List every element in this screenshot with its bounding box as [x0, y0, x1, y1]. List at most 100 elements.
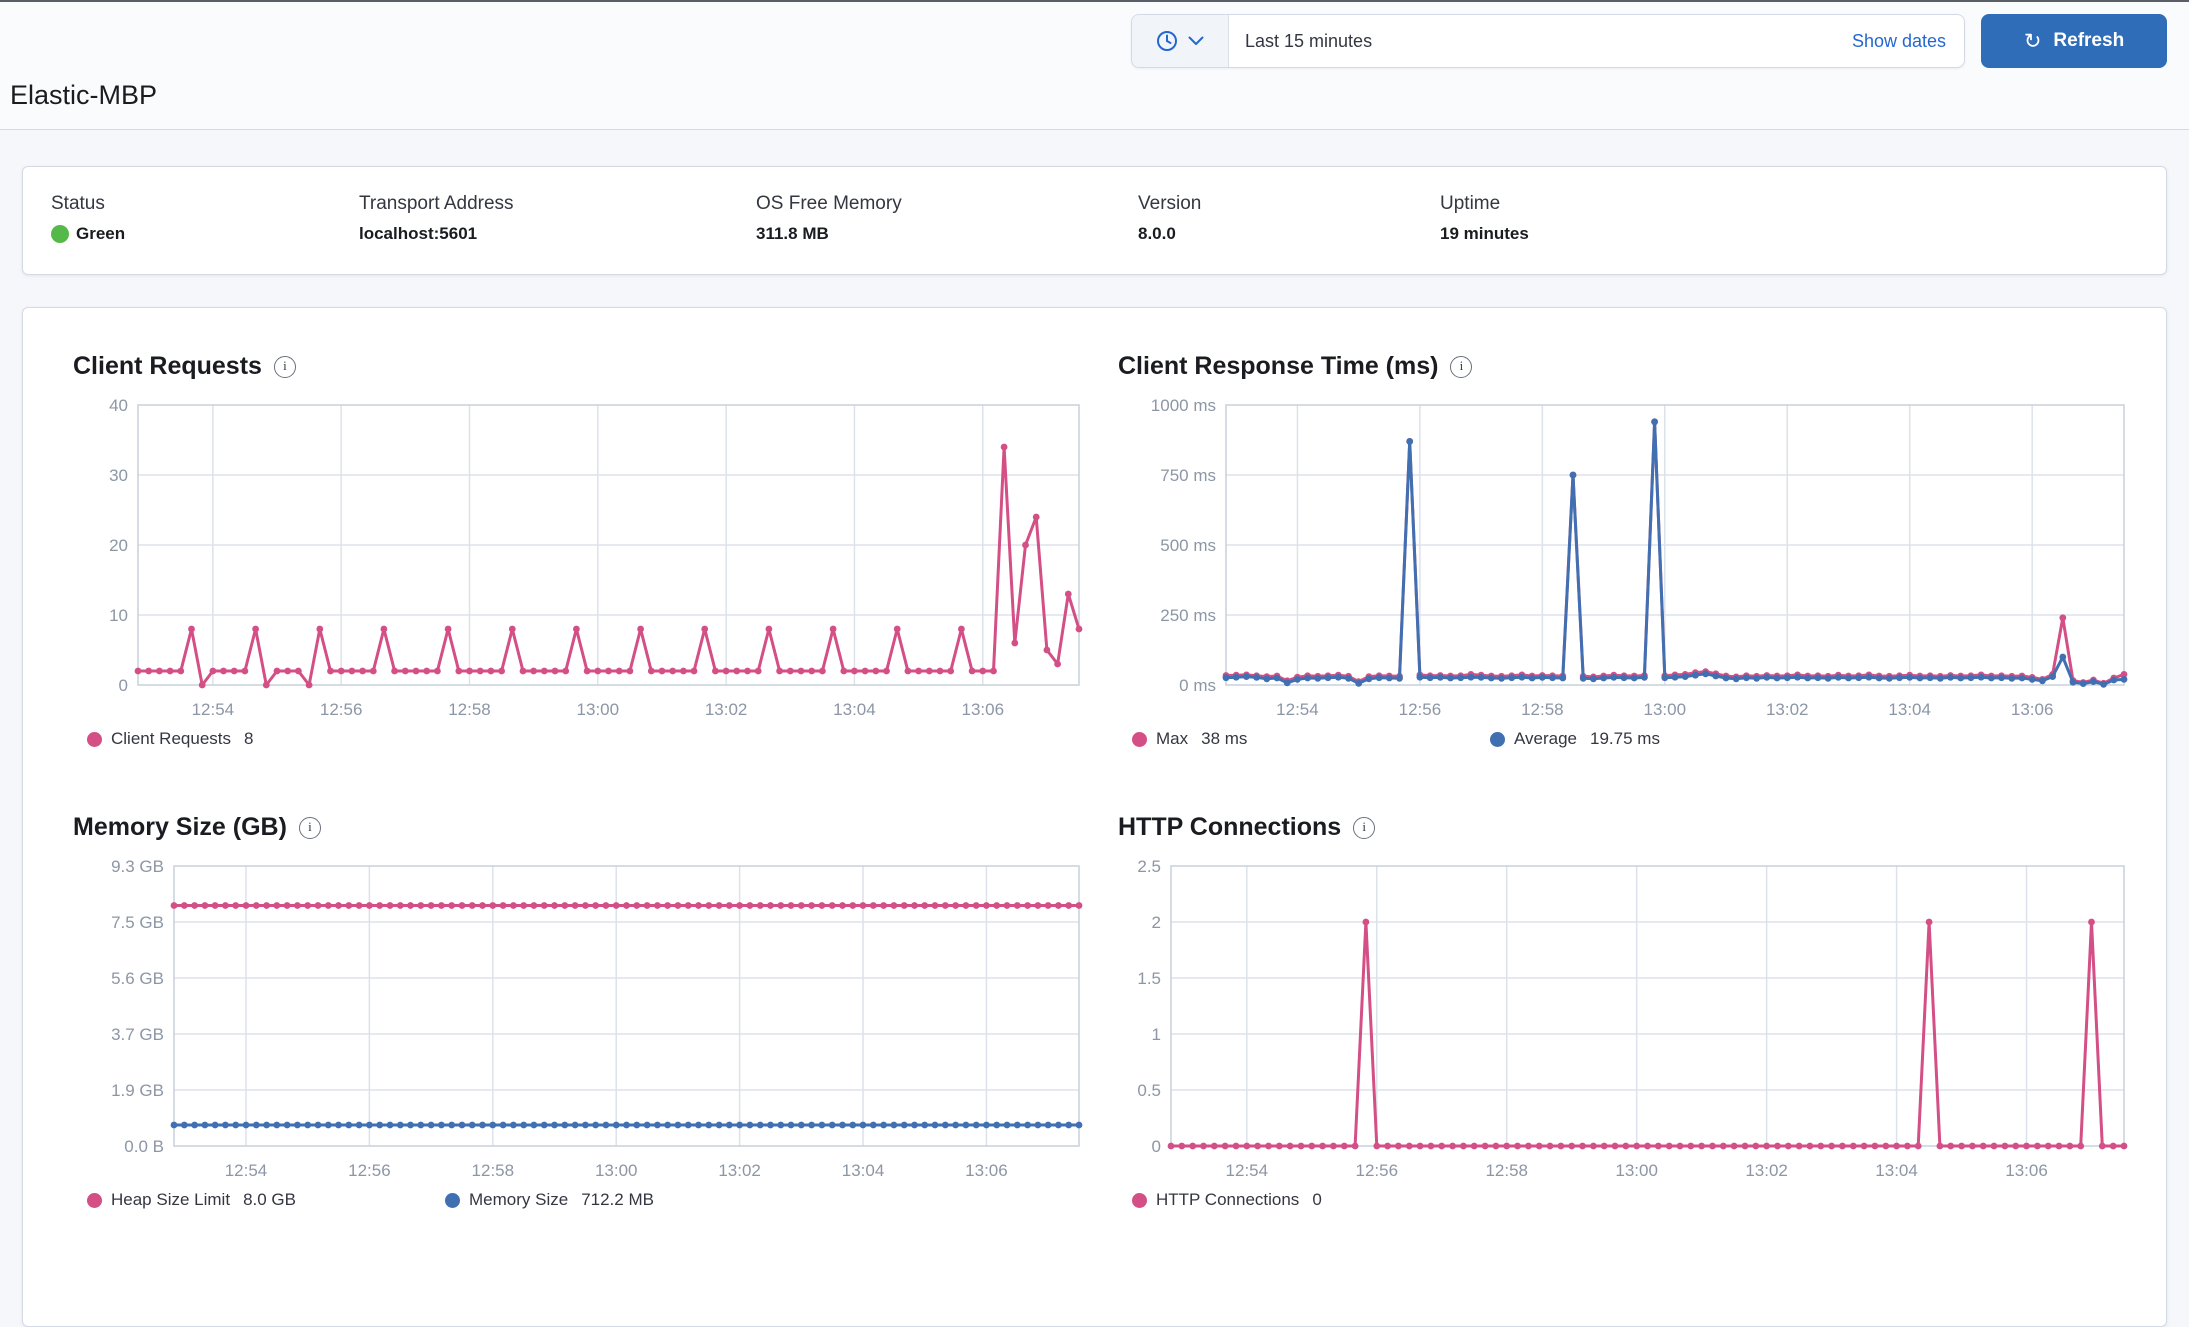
svg-text:3.7 GB: 3.7 GB — [111, 1025, 164, 1044]
refresh-icon: ↻ — [2023, 29, 2042, 53]
svg-text:13:06: 13:06 — [2005, 1161, 2048, 1180]
legend-dot — [1490, 731, 1505, 747]
svg-text:750 ms: 750 ms — [1160, 466, 1216, 485]
chart-title: Client Requests — [73, 352, 262, 380]
svg-text:500 ms: 500 ms — [1160, 536, 1216, 555]
svg-text:12:58: 12:58 — [1521, 700, 1564, 719]
svg-text:250 ms: 250 ms — [1160, 606, 1216, 625]
chevron-down-icon — [1188, 36, 1204, 45]
time-range-value[interactable]: Last 15 minutes — [1229, 31, 1852, 52]
svg-text:13:00: 13:00 — [1615, 1161, 1658, 1180]
legend-item: Max 38 ms — [1132, 729, 1490, 749]
show-dates-link[interactable]: Show dates — [1852, 31, 1964, 52]
chart-title: Client Response Time (ms) — [1118, 352, 1439, 380]
svg-text:30: 30 — [109, 466, 128, 485]
legend-label: HTTP Connections — [1156, 1190, 1300, 1209]
date-picker-bar: Last 15 minutes Show dates ↻ Refresh — [1131, 14, 2167, 68]
super-date-picker: Last 15 minutes Show dates — [1131, 14, 1965, 68]
legend-value: 8 — [244, 729, 254, 748]
svg-text:12:54: 12:54 — [192, 700, 235, 719]
svg-text:13:00: 13:00 — [595, 1161, 638, 1180]
chart-memory-size: Memory Size (GB) i 12:54 12:56 12:58 13:00 1… — [73, 813, 1093, 1210]
svg-text:5.6 GB: 5.6 GB — [111, 969, 164, 988]
transport-address-value: localhost:5601 — [359, 224, 478, 243]
legend-value: 0 — [1312, 1190, 1322, 1209]
status-col-health: Status Green — [51, 193, 359, 244]
svg-text:0 ms: 0 ms — [1179, 676, 1216, 695]
uptime-value: 19 minutes — [1440, 224, 1529, 243]
svg-text:20: 20 — [109, 536, 128, 555]
svg-text:13:04: 13:04 — [1888, 700, 1931, 719]
svg-text:0: 0 — [119, 676, 128, 695]
svg-text:1.5: 1.5 — [1137, 969, 1161, 988]
status-col-version: Version 8.0.0 — [1138, 193, 1440, 244]
legend-value: 8.0 GB — [243, 1190, 296, 1209]
page-header: Last 15 minutes Show dates ↻ Refresh Ela… — [0, 2, 2189, 129]
status-col-uptime: Uptime 19 minutes — [1440, 193, 1529, 244]
svg-text:12:54: 12:54 — [1276, 700, 1319, 719]
svg-text:1000 ms: 1000 ms — [1151, 396, 1216, 415]
svg-text:12:56: 12:56 — [348, 1161, 391, 1180]
legend-label: Client Requests — [111, 729, 232, 748]
legend-value: 19.75 ms — [1590, 729, 1660, 748]
svg-text:12:54: 12:54 — [225, 1161, 268, 1180]
refresh-button[interactable]: ↻ Refresh — [1981, 14, 2167, 68]
legend-item: Memory Size 712.2 MB — [445, 1190, 803, 1210]
client-response-time-chart[interactable]: 12:54 12:56 12:58 13:00 13:02 13:04 13:06 1000 … — [1118, 395, 2138, 725]
svg-text:13:06: 13:06 — [965, 1161, 1008, 1180]
svg-text:1: 1 — [1152, 1025, 1161, 1044]
svg-text:12:58: 12:58 — [1485, 1161, 1528, 1180]
svg-text:2: 2 — [1152, 913, 1161, 932]
legend-dot — [1132, 731, 1147, 747]
uptime-label: Uptime — [1440, 193, 1501, 214]
svg-text:12:56: 12:56 — [1355, 1161, 1398, 1180]
svg-text:10: 10 — [109, 606, 128, 625]
chart-title: Memory Size (GB) — [73, 813, 287, 841]
svg-text:12:56: 12:56 — [320, 700, 363, 719]
chart-http-connections: HTTP Connections i 12:54 12:56 12:58 13:00 1… — [1118, 813, 2138, 1210]
svg-text:12:54: 12:54 — [1226, 1161, 1269, 1180]
legend-label: Memory Size — [469, 1190, 569, 1209]
legend-label: Average — [1514, 729, 1578, 748]
transport-address-label: Transport Address — [359, 193, 514, 214]
client-requests-chart[interactable]: 12:54 12:56 12:58 13:00 13:02 13:04 13:06 40 30 2… — [73, 395, 1093, 725]
http-connections-chart[interactable]: 12:54 12:56 12:58 13:00 13:02 13:04 13:06 2.5 2 1… — [1118, 856, 2138, 1186]
legend-item: Client Requests 8 — [87, 729, 445, 749]
info-icon[interactable]: i — [1353, 816, 1376, 839]
info-icon[interactable]: i — [1450, 355, 1473, 378]
svg-text:13:00: 13:00 — [1644, 700, 1687, 719]
svg-text:12:58: 12:58 — [448, 700, 491, 719]
chart-title: HTTP Connections — [1118, 813, 1342, 841]
svg-text:0.0 B: 0.0 B — [124, 1137, 164, 1156]
svg-text:13:04: 13:04 — [842, 1161, 885, 1180]
svg-text:13:04: 13:04 — [1875, 1161, 1918, 1180]
info-icon[interactable]: i — [298, 816, 321, 839]
svg-text:13:02: 13:02 — [718, 1161, 761, 1180]
charts-panel: Client Requests i 12:54 12:56 12:58 13:00 13… — [22, 307, 2167, 1327]
svg-text:13:06: 13:06 — [2011, 700, 2054, 719]
status-label: Status — [51, 193, 105, 214]
chart-legend: Max 38 ms Average 19.75 ms — [1118, 729, 2138, 749]
version-label: Version — [1138, 193, 1202, 214]
memory-size-chart[interactable]: 12:54 12:56 12:58 13:00 13:02 13:04 13:06 9.3 G… — [73, 856, 1093, 1186]
legend-dot — [87, 1192, 102, 1208]
os-free-memory-value: 311.8 MB — [756, 224, 829, 243]
status-col-transport: Transport Address localhost:5601 — [359, 193, 756, 244]
svg-text:13:02: 13:02 — [1766, 700, 1809, 719]
quick-select-button[interactable] — [1132, 15, 1229, 67]
legend-item: Heap Size Limit 8.0 GB — [87, 1190, 445, 1210]
header-divider — [0, 129, 2189, 130]
svg-text:40: 40 — [109, 396, 128, 415]
svg-text:13:06: 13:06 — [961, 700, 1004, 719]
svg-text:9.3 GB: 9.3 GB — [111, 857, 164, 876]
refresh-button-label: Refresh — [2053, 30, 2125, 51]
legend-label: Max — [1156, 729, 1189, 748]
svg-text:0.5: 0.5 — [1137, 1081, 1161, 1100]
clock-icon — [1157, 31, 1177, 51]
chart-client-requests: Client Requests i 12:54 12:56 12:58 13:00 13… — [73, 352, 1093, 749]
info-icon[interactable]: i — [273, 355, 296, 378]
charts-grid: Client Requests i 12:54 12:56 12:58 13:00 13… — [51, 352, 2128, 1210]
chart-legend: Client Requests 8 — [73, 729, 1093, 749]
chart-legend: HTTP Connections 0 — [1118, 1190, 2138, 1210]
svg-text:12:58: 12:58 — [472, 1161, 515, 1180]
